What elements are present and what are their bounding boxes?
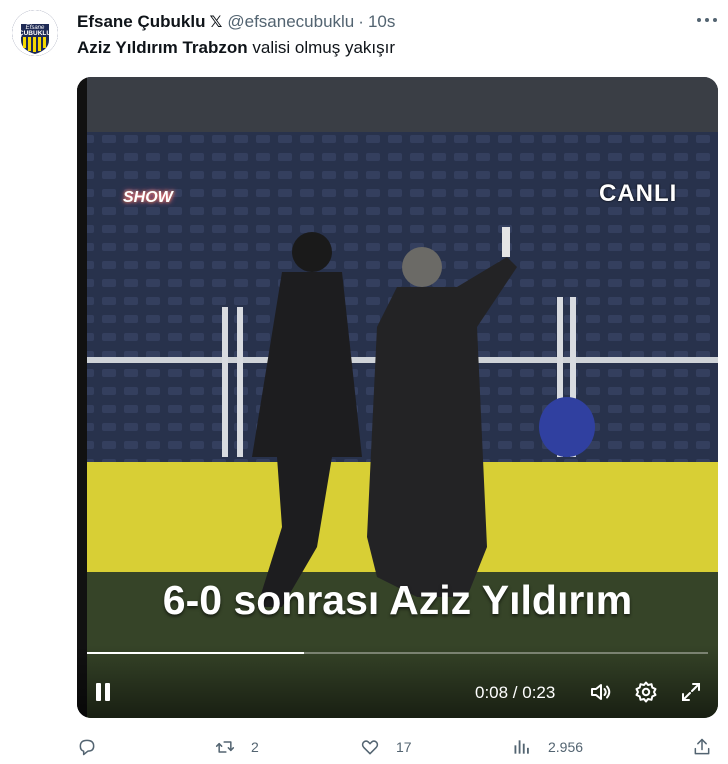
video-timecode: 0:08 / 0:23 <box>475 683 556 702</box>
tweet-header: Efsane Çubuklu 𝕏 @efsanecubuklu · 10s <box>77 11 395 33</box>
views-count: 2.956 <box>548 739 584 755</box>
tweet-text: Aziz Yıldırım Trabzon valisi olmuş yakış… <box>77 38 395 58</box>
more-options-icon[interactable] <box>694 10 720 30</box>
live-label: CANLI <box>599 180 678 207</box>
views-button[interactable]: 2.956 <box>512 734 583 760</box>
progress-fill <box>87 652 305 654</box>
tweet-text-rest: valisi olmuş yakışır <box>247 38 396 57</box>
share-icon <box>694 738 710 755</box>
like-button[interactable]: 17 <box>360 734 412 760</box>
reply-icon <box>79 739 95 756</box>
tweet-time[interactable]: 10s <box>368 12 395 32</box>
video-controls: 0:08 / 0:23 <box>77 645 718 718</box>
avatar-logo-text-2: ÇUBUKLU <box>19 30 51 37</box>
video-player[interactable]: SHOW CANLI 6-0 sonrası Aziz Yıldırım 0:0… <box>77 77 718 718</box>
tweet-text-bold: Aziz Yıldırım Trabzon <box>77 38 248 57</box>
action-bar: 2 17 2.956 <box>77 734 718 760</box>
heart-icon <box>361 740 379 755</box>
share-button[interactable] <box>692 734 728 760</box>
like-count: 17 <box>396 739 412 755</box>
video-caption: 6-0 sonrası Aziz Yıldırım <box>162 577 633 623</box>
volume-icon[interactable] <box>589 680 613 704</box>
pause-icon[interactable] <box>91 681 115 705</box>
retweet-icon <box>215 741 235 753</box>
channel-logo: SHOW <box>123 189 173 206</box>
reply-button[interactable] <box>77 734 113 760</box>
settings-icon[interactable] <box>634 680 658 704</box>
separator-dot: · <box>358 12 364 31</box>
views-icon <box>514 740 529 754</box>
avatar[interactable]: Efsane ÇUBUKLU <box>12 10 58 56</box>
author-name[interactable]: Efsane Çubuklu <box>77 12 205 32</box>
x-badge-icon: 𝕏 <box>209 14 223 31</box>
fullscreen-icon[interactable] <box>679 680 703 704</box>
tweet: Efsane ÇUBUKLU Efsane Çubuklu 𝕏 @efsanec… <box>0 0 728 764</box>
progress-bar[interactable] <box>87 652 708 654</box>
retweet-count: 2 <box>251 739 259 755</box>
retweet-button[interactable]: 2 <box>215 734 259 760</box>
author-handle[interactable]: @efsanecubuklu <box>227 12 354 32</box>
